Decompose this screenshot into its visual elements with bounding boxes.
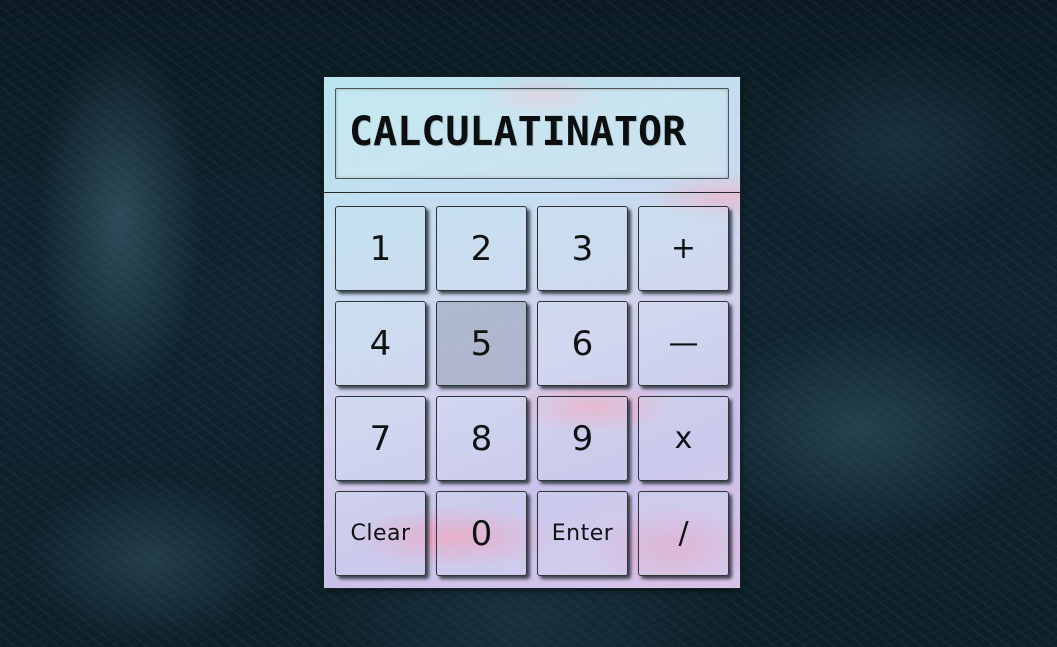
key-8[interactable]: 8 xyxy=(436,396,527,481)
key-label: / xyxy=(678,515,689,551)
key-plus[interactable]: + xyxy=(638,206,729,291)
key-label: 0 xyxy=(470,513,493,554)
key-label: 2 xyxy=(470,228,493,269)
key-label: 6 xyxy=(571,323,594,364)
display-text: CALCULATINATOR xyxy=(349,109,687,155)
key-1[interactable]: 1 xyxy=(335,206,426,291)
key-label: Enter xyxy=(551,520,614,546)
key-0[interactable]: 0 xyxy=(436,491,527,576)
key-label: 9 xyxy=(571,418,594,459)
key-2[interactable]: 2 xyxy=(436,206,527,291)
key-6[interactable]: 6 xyxy=(537,301,628,386)
key-label: — xyxy=(668,325,699,361)
key-label: x xyxy=(674,420,693,456)
key-label: 7 xyxy=(369,418,392,459)
enter-button[interactable]: Enter xyxy=(537,491,628,576)
display-area: CALCULATINATOR xyxy=(324,77,740,193)
clear-button[interactable]: Clear xyxy=(335,491,426,576)
key-multiply[interactable]: x xyxy=(638,396,729,481)
key-label: + xyxy=(670,230,697,266)
key-4[interactable]: 4 xyxy=(335,301,426,386)
keypad: 1 2 3 + 4 5 6 — 7 8 9 x Clear 0 Enter / xyxy=(335,206,731,580)
key-3[interactable]: 3 xyxy=(537,206,628,291)
key-label: Clear xyxy=(350,520,411,546)
key-divide[interactable]: / xyxy=(638,491,729,576)
display-screen: CALCULATINATOR xyxy=(335,88,729,179)
key-label: 1 xyxy=(369,228,392,269)
key-7[interactable]: 7 xyxy=(335,396,426,481)
calculator: CALCULATINATOR 1 2 3 + 4 5 6 — 7 8 9 x C… xyxy=(323,76,741,589)
key-5[interactable]: 5 xyxy=(436,301,527,386)
key-9[interactable]: 9 xyxy=(537,396,628,481)
key-label: 3 xyxy=(571,228,594,269)
key-label: 8 xyxy=(470,418,493,459)
key-minus[interactable]: — xyxy=(638,301,729,386)
key-label: 5 xyxy=(470,323,493,364)
key-label: 4 xyxy=(369,323,392,364)
